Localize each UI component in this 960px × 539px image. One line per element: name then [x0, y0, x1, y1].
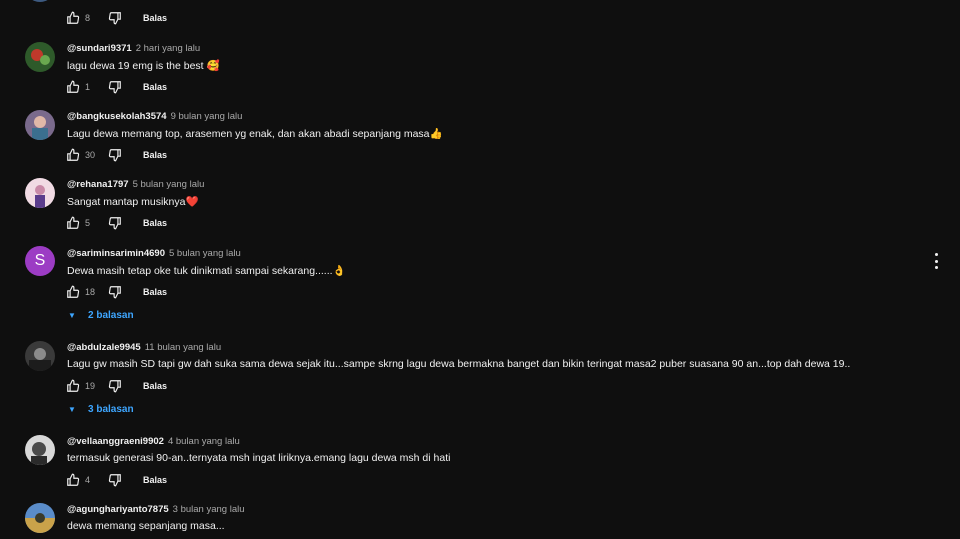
more-vert-icon[interactable] — [930, 253, 942, 269]
thumb-up-icon — [67, 473, 80, 486]
comment-text: Lagu dewa memang top, arasemen yg enak, … — [67, 128, 443, 140]
thumb-up-icon — [67, 216, 80, 229]
comment-text: Dewa masih tetap oke tuk dinikmati sampa… — [67, 265, 346, 277]
avatar[interactable] — [25, 178, 55, 208]
thumb-down-icon — [108, 380, 121, 393]
dislike-button[interactable] — [107, 472, 123, 488]
avatar[interactable] — [25, 503, 55, 533]
dislike-button[interactable] — [107, 10, 123, 26]
like-button[interactable] — [65, 284, 81, 300]
caret-down-icon: ▼ — [68, 311, 76, 320]
thumb-down-icon — [108, 286, 121, 299]
like-count: 5 — [85, 218, 91, 228]
comment-header: @abdulzale9945 11 bulan yang lalu — [67, 342, 221, 353]
author-handle[interactable]: @vellaanggraeni9902 — [67, 436, 164, 447]
like-count: 18 — [85, 287, 96, 297]
like-count: 30 — [85, 150, 96, 160]
dislike-button[interactable] — [107, 79, 123, 95]
thumb-down-icon — [108, 81, 121, 94]
reply-button[interactable]: Balas — [143, 287, 167, 297]
reply-button[interactable]: Balas — [143, 82, 167, 92]
like-button[interactable] — [65, 215, 81, 231]
comment-header: @sariminsarimin4690 5 bulan yang lalu — [67, 248, 241, 259]
comment-actions: 4 Balas — [65, 472, 167, 488]
like-button[interactable] — [65, 472, 81, 488]
like-button[interactable] — [65, 378, 81, 394]
thumb-down-icon — [108, 149, 121, 162]
thumb-up-icon — [67, 11, 80, 24]
avatar-letter: S — [34, 252, 46, 269]
comment-header: @vellaanggraeni9902 4 bulan yang lalu — [67, 436, 240, 447]
avatar[interactable] — [25, 0, 55, 2]
replies-count-label: 3 balasan — [88, 404, 134, 415]
comment-text: Lagu gw masih SD tapi gw dah suka sama d… — [67, 358, 851, 370]
comment-text: dewa memang sepanjang masa... — [67, 520, 225, 532]
thumb-down-icon — [108, 474, 121, 487]
comment-actions: 5 Balas — [65, 215, 167, 231]
like-count: 19 — [85, 381, 96, 391]
reply-button[interactable]: Balas — [143, 381, 167, 391]
comment-time[interactable]: 3 bulan yang lalu — [173, 504, 245, 515]
comment-time[interactable]: 11 bulan yang lalu — [145, 342, 221, 353]
like-button[interactable] — [65, 10, 81, 26]
like-count: 4 — [85, 475, 91, 485]
replies-count-label: 2 balasan — [88, 310, 134, 321]
comment-actions: 19 Balas — [65, 378, 167, 394]
thumb-up-icon — [67, 148, 80, 161]
comment-actions: 18 Balas — [65, 284, 167, 300]
comment-header: @rehana1797 5 bulan yang lalu — [67, 179, 204, 190]
author-handle[interactable]: @agunghariyanto7875 — [67, 504, 169, 515]
comment-time[interactable]: 2 hari yang lalu — [136, 43, 200, 54]
like-button[interactable] — [65, 147, 81, 163]
author-handle[interactable]: @sariminsarimin4690 — [67, 248, 165, 259]
reply-button[interactable]: Balas — [143, 150, 167, 160]
comment-text: lagu dewa 19 emg is the best 🥰 — [67, 60, 220, 72]
dislike-button[interactable] — [107, 147, 123, 163]
comment-time[interactable]: 4 bulan yang lalu — [168, 436, 240, 447]
comment-header: @sundari9371 2 hari yang lalu — [67, 43, 200, 54]
thumb-up-icon — [67, 379, 80, 392]
comment-actions: 1 Balas — [65, 79, 167, 95]
comment-text: termasuk generasi 90-an..ternyata msh in… — [67, 452, 451, 464]
avatar[interactable] — [25, 435, 55, 465]
like-count: 1 — [85, 82, 91, 92]
thumb-up-icon — [67, 80, 80, 93]
dislike-button[interactable] — [107, 378, 123, 394]
comment-actions: 8 Balas — [65, 10, 167, 26]
comment-text: Sangat mantap musiknya❤️ — [67, 196, 199, 208]
like-count: 8 — [85, 13, 91, 23]
caret-down-icon: ▼ — [68, 405, 76, 414]
dislike-button[interactable] — [107, 284, 123, 300]
author-handle[interactable]: @bangkusekolah3574 — [67, 111, 167, 122]
author-handle[interactable]: @sundari9371 — [67, 43, 132, 54]
author-handle[interactable]: @rehana1797 — [67, 179, 129, 190]
avatar[interactable] — [25, 341, 55, 371]
reply-button[interactable]: Balas — [143, 13, 167, 23]
dislike-button[interactable] — [107, 215, 123, 231]
comment-time[interactable]: 5 bulan yang lalu — [133, 179, 205, 190]
reply-button[interactable]: Balas — [143, 475, 167, 485]
thumb-down-icon — [108, 217, 121, 230]
thumb-down-icon — [108, 12, 121, 25]
show-replies-button[interactable]: ▼ 3 balasan — [68, 404, 134, 415]
like-button[interactable] — [65, 79, 81, 95]
avatar[interactable] — [25, 110, 55, 140]
thumb-up-icon — [67, 285, 80, 298]
avatar[interactable]: S — [25, 246, 55, 276]
comment-header: @bangkusekolah3574 9 bulan yang lalu — [67, 111, 242, 122]
comment-time[interactable]: 5 bulan yang lalu — [169, 248, 241, 259]
comment-actions: 30 Balas — [65, 147, 167, 163]
author-handle[interactable]: @abdulzale9945 — [67, 342, 141, 353]
avatar[interactable] — [25, 42, 55, 72]
comment-header: @agunghariyanto7875 3 bulan yang lalu — [67, 504, 245, 515]
comment-time[interactable]: 9 bulan yang lalu — [171, 111, 243, 122]
show-replies-button[interactable]: ▼ 2 balasan — [68, 310, 134, 321]
reply-button[interactable]: Balas — [143, 218, 167, 228]
